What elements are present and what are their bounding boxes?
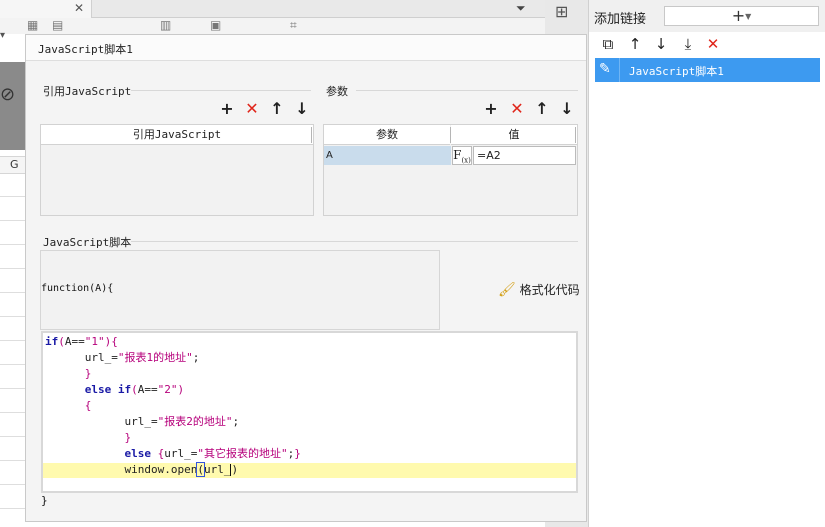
section-divider [131, 90, 311, 91]
sheet-row-line [0, 388, 26, 389]
pencil-icon: ✎ [599, 61, 611, 77]
sheet-row-line [0, 268, 26, 269]
move-down-import-button[interactable]: ↓ [293, 101, 311, 117]
code-line-8: else {url_="其它报表的地址";} [124, 447, 301, 460]
add-link-label: + [731, 6, 746, 25]
add-param-button[interactable]: + [482, 101, 500, 117]
params-table[interactable]: 参数 值 A F(x) =A2 [323, 124, 578, 216]
toolbar-frame-icon[interactable]: ⌗ [290, 18, 297, 33]
delete-icon[interactable]: ✕ [704, 36, 722, 52]
add-import-button[interactable]: + [218, 101, 236, 117]
param-value-header: 值 [451, 125, 577, 145]
code-line-3: } [84, 367, 92, 380]
column-separator [311, 127, 312, 143]
function-closing-brace: } [41, 494, 48, 507]
tab-dropdown-icon[interactable]: ⏷ [516, 1, 526, 16]
section-divider [131, 241, 578, 242]
divider [619, 58, 620, 82]
script-section-title: JavaScript脚本 [43, 236, 132, 249]
section-divider [356, 90, 578, 91]
sheet-row-line [0, 436, 26, 437]
sheet-preview-strip [0, 62, 26, 150]
move-up-param-button[interactable]: ↑ [533, 101, 551, 117]
sheet-row-line [0, 196, 26, 197]
sheet-toolbar [0, 18, 545, 34]
delete-param-button[interactable]: ✕ [508, 101, 526, 117]
javascript-dialog: JavaScript脚本1 引用JavaScript + ✕ ↑ ↓ 引用Jav… [25, 34, 587, 522]
hyperlink-panel: 添加链接 +▼ ⧉ ↑ ↓ ⤓ ✕ ✎ JavaScript脚本1 [588, 0, 825, 527]
code-line-7: } [124, 431, 132, 444]
code-line-2: url_="报表1的地址"; [45, 351, 200, 364]
code-editor[interactable]: if(A=="1"){ url_="报表1的地址"; } else if(A==… [41, 331, 578, 493]
param-name-cell[interactable]: A [324, 146, 451, 165]
panel-layout-icon[interactable]: ⊞ [555, 2, 568, 21]
sheet-row-line [0, 460, 26, 461]
move-bottom-icon[interactable]: ⤓ [679, 36, 697, 52]
panel-title: 添加链接 [594, 12, 647, 27]
toolbar-grid-icon[interactable]: ▦ [27, 18, 38, 32]
format-code-button[interactable]: 🖌 格式化代码 [498, 281, 580, 298]
import-column-header: 引用JavaScript [41, 125, 313, 145]
link-item-label: JavaScript脚本1 [629, 65, 724, 78]
eye-hidden-icon: ⊘ [0, 84, 16, 105]
copy-icon[interactable]: ⧉ [599, 36, 617, 52]
sheet-row-line [0, 244, 26, 245]
move-down-icon[interactable]: ↓ [652, 36, 670, 52]
sheet-row-line [0, 364, 26, 365]
dialog-titlebar: JavaScript脚本1 [26, 35, 586, 61]
toolbar-arrow-icon: ▾ [0, 30, 6, 41]
panel-toolbar: ⧉ ↑ ↓ ⤓ ✕ [589, 33, 825, 57]
delete-import-button[interactable]: ✕ [243, 101, 261, 117]
import-section-title: 引用JavaScript [43, 85, 132, 98]
brush-icon: 🖌 [498, 282, 516, 298]
toolbar-chart-icon[interactable]: ▥ [160, 18, 171, 32]
sheet-row-line [0, 220, 26, 221]
code-line-5: { [84, 399, 92, 412]
sheet-row-line [0, 508, 26, 509]
chevron-down-icon: ▼ [745, 12, 752, 21]
dialog-title: JavaScript脚本1 [38, 43, 133, 56]
move-up-icon[interactable]: ↑ [626, 36, 644, 52]
formula-button[interactable]: F(x) [452, 146, 472, 165]
column-header-label: G [10, 158, 19, 171]
sheet-row-line [0, 484, 26, 485]
column-separator [575, 127, 576, 143]
link-list-item[interactable]: ✎ JavaScript脚本1 [595, 58, 820, 82]
panel-header: 添加链接 +▼ [589, 0, 825, 32]
function-signature: function(A){ [41, 283, 114, 294]
sheet-row-line [0, 412, 26, 413]
move-down-param-button[interactable]: ↓ [558, 101, 576, 117]
format-code-label: 格式化代码 [519, 283, 580, 297]
param-name-header: 参数 [324, 125, 450, 145]
sheet-row-line [0, 316, 26, 317]
code-line-4: else if(A=="2") [84, 383, 185, 396]
import-table[interactable]: 引用JavaScript [40, 124, 314, 216]
param-value-cell[interactable]: =A2 [473, 146, 576, 165]
sheet-row-line [0, 292, 26, 293]
code-line-9: window.open(url_) [45, 462, 239, 477]
close-tab-icon[interactable]: ✕ [74, 1, 84, 15]
text-cursor [230, 464, 232, 476]
sheet-row-line [0, 340, 26, 341]
code-line-6: url_="报表2的地址"; [45, 415, 240, 428]
params-section-title: 参数 [326, 85, 348, 98]
toolbar-table-icon[interactable]: ▤ [52, 18, 63, 32]
move-up-import-button[interactable]: ↑ [268, 101, 286, 117]
code-line-1: if(A=="1"){ [45, 335, 118, 348]
add-link-button[interactable]: +▼ [664, 6, 819, 26]
toolbar-image-icon[interactable]: ▣ [210, 18, 221, 32]
